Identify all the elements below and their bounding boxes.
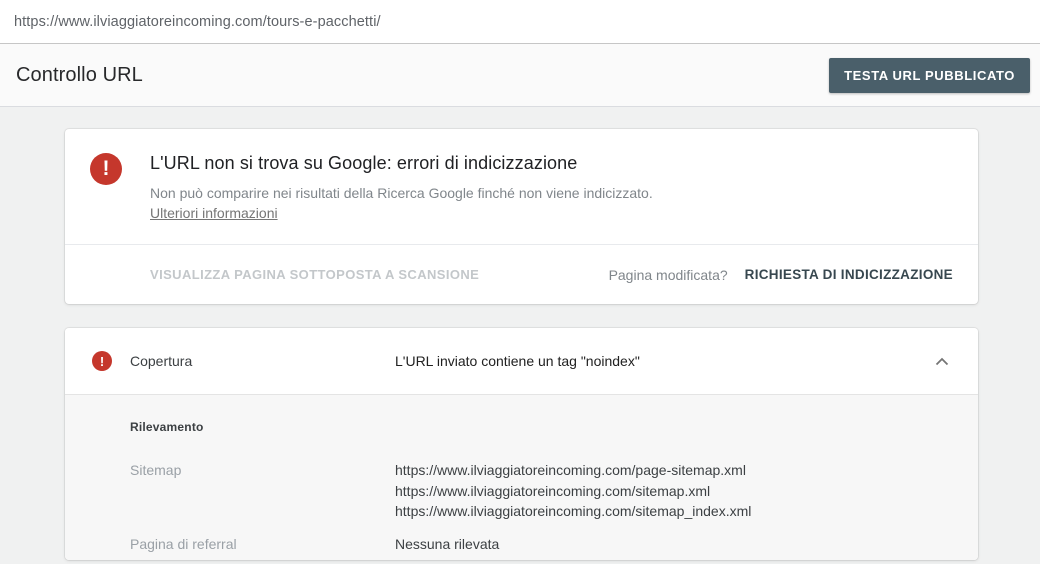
coverage-title: Copertura (130, 353, 193, 369)
request-indexing-button[interactable]: RICHIESTA DI INDICIZZAZIONE (745, 267, 953, 282)
inspected-url[interactable]: https://www.ilviaggiatoreincoming.com/to… (14, 14, 381, 30)
coverage-detail-section: Rilevamento Sitemap https://www.ilviaggi… (65, 394, 978, 560)
url-inspection-bar[interactable]: https://www.ilviaggiatoreincoming.com/to… (0, 0, 1040, 44)
sitemap-row: Sitemap https://www.ilviaggiatoreincomin… (130, 460, 954, 522)
page-title: Controllo URL (16, 63, 143, 86)
coverage-status-text: L'URL inviato contiene un tag "noindex" (395, 353, 640, 369)
referral-page-row: Pagina di referral Nessuna rilevata (130, 534, 954, 555)
sitemap-url: https://www.ilviaggiatoreincoming.com/si… (395, 482, 711, 499)
error-icon: ! (92, 351, 112, 371)
referral-page-label: Pagina di referral (130, 535, 237, 552)
status-description: Non può comparire nei risultati della Ri… (150, 185, 653, 201)
referral-page-value: Nessuna rilevata (395, 535, 500, 552)
learn-more-link[interactable]: Ulteriori informazioni (150, 203, 278, 223)
coverage-card: ! Copertura L'URL inviato contiene un ta… (65, 328, 978, 560)
error-icon-glyph: ! (99, 353, 105, 369)
error-icon-glyph: ! (102, 157, 110, 180)
status-texts: L'URL non si trova su Google: errori di … (150, 153, 653, 223)
sitemap-values: https://www.ilviaggiatoreincoming.com/pa… (395, 460, 751, 522)
indexing-status-card: ! L'URL non si trova su Google: errori d… (65, 129, 978, 304)
sitemap-label: Sitemap (130, 462, 182, 478)
coverage-header-row[interactable]: ! Copertura L'URL inviato contiene un ta… (65, 328, 978, 394)
discovery-section-title: Rilevamento (130, 420, 204, 434)
page-header: Controllo URL TESTA URL PUBBLICATO (0, 44, 1040, 107)
content-area: ! L'URL non si trova su Google: errori d… (0, 107, 1040, 560)
status-actions-row: VISUALIZZA PAGINA SOTTOPOSTA A SCANSIONE… (65, 245, 978, 304)
view-crawled-page-button[interactable]: VISUALIZZA PAGINA SOTTOPOSTA A SCANSIONE (150, 267, 479, 282)
test-live-url-button[interactable]: TESTA URL PUBBLICATO (829, 57, 1030, 93)
page-changed-label: Pagina modificata? (608, 266, 728, 283)
coverage-label-group: ! Copertura (92, 351, 395, 371)
status-card-top: ! L'URL non si trova su Google: errori d… (65, 129, 978, 244)
sitemap-url: https://www.ilviaggiatoreincoming.com/pa… (395, 462, 746, 478)
error-icon: ! (90, 153, 122, 185)
chevron-up-icon[interactable] (934, 353, 950, 369)
actions-right-group: Pagina modificata? RICHIESTA DI INDICIZZ… (609, 267, 953, 283)
sitemap-url: https://www.ilviaggiatoreincoming.com/si… (395, 503, 752, 519)
status-title: L'URL non si trova su Google: errori di … (150, 153, 578, 173)
